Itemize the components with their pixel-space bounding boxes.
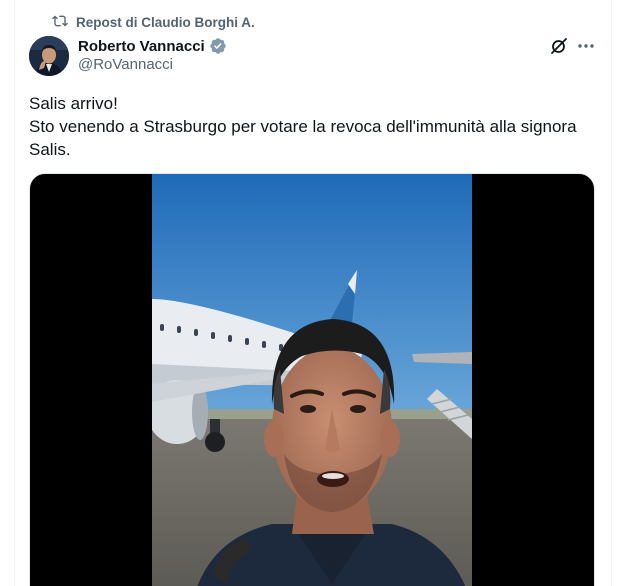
tweet-text-line-2: Sto venendo a Strasburgo per votare la r… [29, 117, 577, 136]
grok-icon[interactable] [549, 36, 569, 56]
author-display-name[interactable]: Roberto Vannacci [78, 38, 205, 55]
repost-icon [52, 13, 68, 32]
verified-badge-icon [209, 37, 227, 55]
tweet-text-line-1: Salis arrivo! [29, 94, 118, 113]
timeline-border-right [611, 0, 612, 586]
author-name-row[interactable]: Roberto Vannacci [78, 36, 227, 56]
timeline-border-left [14, 0, 15, 586]
tweet-text: Salis arrivo! Sto venendo a Strasburgo p… [29, 92, 604, 161]
author-handle[interactable]: @RoVannacci [78, 56, 173, 73]
more-options-icon[interactable] [576, 36, 596, 56]
video-thumbnail[interactable] [152, 174, 472, 586]
tweet-card[interactable]: Repost di Claudio Borghi A. Roberto Vann… [0, 0, 628, 586]
tweet-text-line-3: Salis. [29, 140, 71, 159]
author-avatar[interactable] [29, 36, 69, 76]
video-player[interactable] [29, 173, 595, 586]
repost-label: Repost di Claudio Borghi A. [76, 14, 255, 30]
repost-indicator[interactable]: Repost di Claudio Borghi A. [52, 13, 255, 31]
